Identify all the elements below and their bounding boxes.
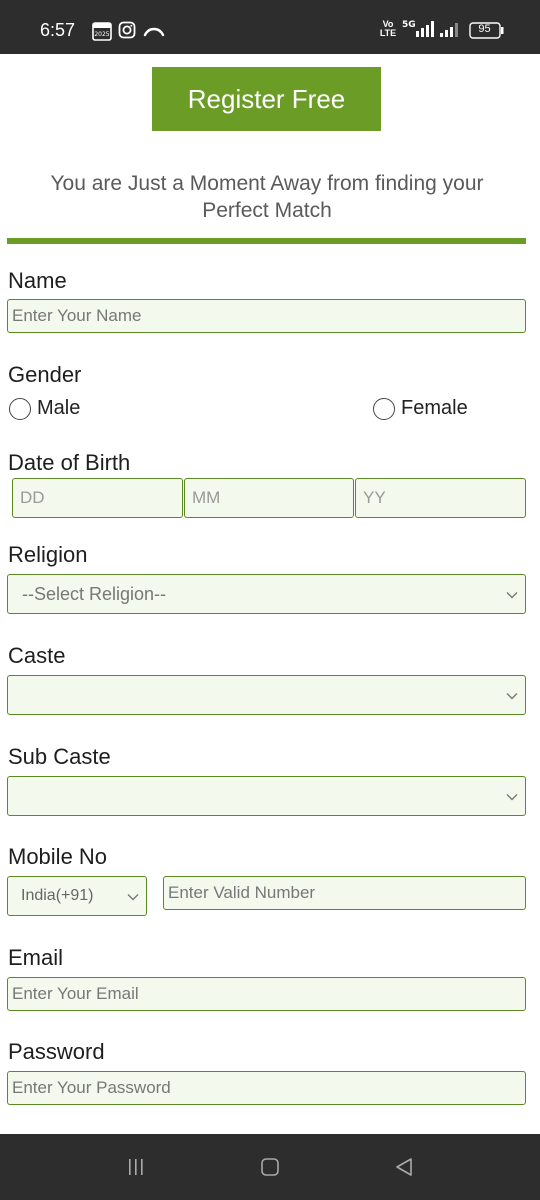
name-placeholder: Enter Your Name <box>12 306 142 325</box>
caste-label: Caste <box>8 643 66 668</box>
name-label: Name <box>8 268 67 293</box>
mobile-label: Mobile No <box>8 844 108 869</box>
missed-call-icon <box>143 24 165 43</box>
religion-label: Religion <box>8 542 88 567</box>
password-label: Password <box>8 1039 105 1064</box>
calendar-icon: 2025 <box>92 21 112 46</box>
mobile-number-input[interactable]: Enter Valid Number <box>163 876 526 910</box>
volte-icon: Vo LTE <box>379 19 397 38</box>
dob-day-placeholder: DD <box>20 488 45 507</box>
name-input[interactable]: Enter Your Name <box>7 299 526 333</box>
register-free-button[interactable]: Register Free <box>152 67 381 131</box>
menu-icon[interactable] <box>126 1157 146 1182</box>
password-placeholder: Enter Your Password <box>12 1078 171 1097</box>
female-radio[interactable] <box>373 397 395 420</box>
email-placeholder: Enter Your Email <box>12 984 139 1003</box>
chevron-down-icon <box>126 889 140 909</box>
religion-selected: --Select Religion-- <box>22 583 167 604</box>
section-divider <box>7 238 526 244</box>
sub-caste-label: Sub Caste <box>8 744 111 769</box>
status-bar: 6:57 2025 Vo LTE 5G 95 <box>0 0 540 54</box>
battery-level: 95 <box>478 23 491 35</box>
dob-year-placeholder: YY <box>363 488 386 507</box>
password-input[interactable]: Enter Your Password <box>7 1071 526 1105</box>
calendar-year-text: 2025 <box>94 31 109 38</box>
country-code-select[interactable]: India(+91) <box>7 876 147 916</box>
male-radio[interactable] <box>9 397 31 420</box>
sub-caste-select[interactable] <box>7 776 526 816</box>
dob-label: Date of Birth <box>8 450 131 475</box>
male-label: Male <box>37 397 81 419</box>
instagram-icon <box>118 21 136 44</box>
dob-month-input[interactable]: MM <box>184 478 354 518</box>
back-icon[interactable] <box>394 1157 414 1182</box>
chevron-down-icon <box>505 587 519 607</box>
registration-page: Register Free You are Just a Moment Away… <box>0 54 540 1134</box>
home-icon[interactable] <box>260 1157 280 1182</box>
mobile-placeholder: Enter Valid Number <box>168 883 316 902</box>
gender-female-option[interactable]: Female <box>373 397 468 420</box>
dob-year-input[interactable]: YY <box>355 478 526 518</box>
network-type-text: 5G <box>402 20 416 30</box>
female-label: Female <box>401 397 468 419</box>
country-code-selected: India(+91) <box>21 887 94 904</box>
chevron-down-icon <box>505 789 519 809</box>
email-label: Email <box>8 945 64 970</box>
gender-label: Gender <box>8 362 82 387</box>
tagline: You are Just a Moment Away from finding … <box>50 172 484 222</box>
system-nav-bar <box>0 1134 540 1200</box>
caste-select[interactable] <box>7 675 526 715</box>
signal-icon: 5G <box>402 19 462 44</box>
gender-male-option[interactable]: Male <box>9 397 80 420</box>
religion-select[interactable]: --Select Religion-- <box>7 574 526 614</box>
email-input[interactable]: Enter Your Email <box>7 977 526 1011</box>
status-time: 6:57 <box>40 20 76 40</box>
chevron-down-icon <box>505 688 519 708</box>
dob-month-placeholder: MM <box>192 488 221 507</box>
dob-day-input[interactable]: DD <box>12 478 183 518</box>
battery-icon: 95 <box>469 22 504 39</box>
